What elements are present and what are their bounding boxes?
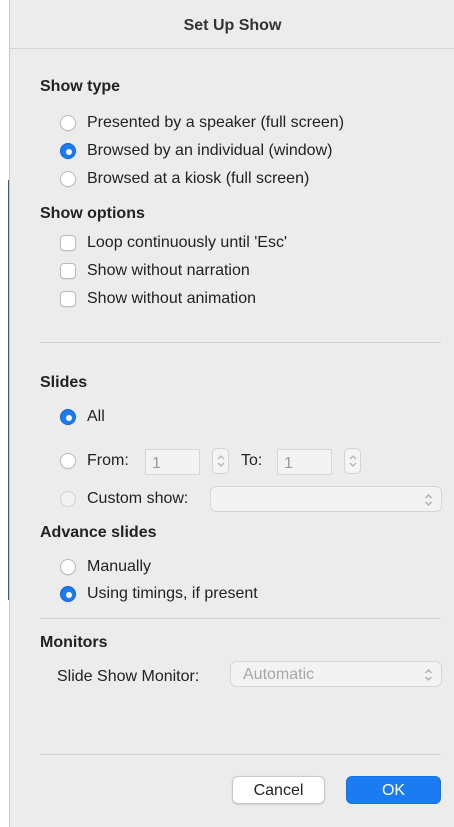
from-slide-input[interactable]: 1 <box>145 449 200 475</box>
to-label: To: <box>241 452 263 469</box>
slide-show-monitor-label: Slide Show Monitor: <box>57 668 200 685</box>
to-slide-stepper[interactable] <box>344 448 361 474</box>
monitors-heading: Monitors <box>40 634 108 651</box>
radio-label: Custom show: <box>87 490 189 507</box>
divider <box>40 342 441 343</box>
set-up-show-dialog: Set Up Show Show type Presented by a spe… <box>9 0 454 827</box>
radio-button-selected[interactable] <box>60 143 76 159</box>
slide-show-monitor-value: Automatic <box>243 666 315 683</box>
background-window-edge <box>0 0 10 827</box>
radio-label: Presented by a speaker (full screen) <box>87 114 345 131</box>
checkbox[interactable] <box>60 291 76 307</box>
radio-button[interactable] <box>60 115 76 131</box>
divider <box>40 754 441 755</box>
radio-label: From: <box>87 452 129 469</box>
from-slide-stepper[interactable] <box>212 448 229 474</box>
radio-button[interactable] <box>60 171 76 187</box>
show-type-heading: Show type <box>40 78 121 95</box>
stepper-arrows-icon <box>349 455 357 467</box>
radio-label: All <box>87 408 105 425</box>
stepper-arrows-icon <box>217 455 225 467</box>
show-options-heading: Show options <box>40 205 145 222</box>
radio-button-selected[interactable] <box>60 586 76 602</box>
checkbox[interactable] <box>60 263 76 279</box>
to-slide-input[interactable]: 1 <box>277 449 332 475</box>
chevron-up-down-icon <box>425 494 432 506</box>
radio-label: Browsed at a kiosk (full screen) <box>87 170 310 187</box>
dialog-title: Set Up Show <box>183 17 282 34</box>
ok-button[interactable]: OK <box>346 776 441 804</box>
checkbox[interactable] <box>60 235 76 251</box>
slide-show-monitor-select[interactable]: Automatic <box>230 661 442 687</box>
advance-slides-heading: Advance slides <box>40 524 157 541</box>
radio-button[interactable] <box>60 559 76 575</box>
radio-button-selected[interactable] <box>60 409 76 425</box>
radio-label: Manually <box>87 558 152 575</box>
radio-button-disabled[interactable] <box>60 491 76 507</box>
radio-button[interactable] <box>60 453 76 469</box>
slides-heading: Slides <box>40 374 88 391</box>
chevron-up-down-icon <box>425 669 432 681</box>
checkbox-label: Loop continuously until 'Esc' <box>87 234 288 251</box>
checkbox-label: Show without animation <box>87 290 256 307</box>
checkbox-label: Show without narration <box>87 262 250 279</box>
divider <box>40 618 441 619</box>
dialog-titlebar: Set Up Show <box>10 0 454 49</box>
custom-show-select[interactable] <box>210 486 442 512</box>
radio-label: Using timings, if present <box>87 585 258 602</box>
radio-label: Browsed by an individual (window) <box>87 142 333 159</box>
cancel-button[interactable]: Cancel <box>232 776 325 804</box>
